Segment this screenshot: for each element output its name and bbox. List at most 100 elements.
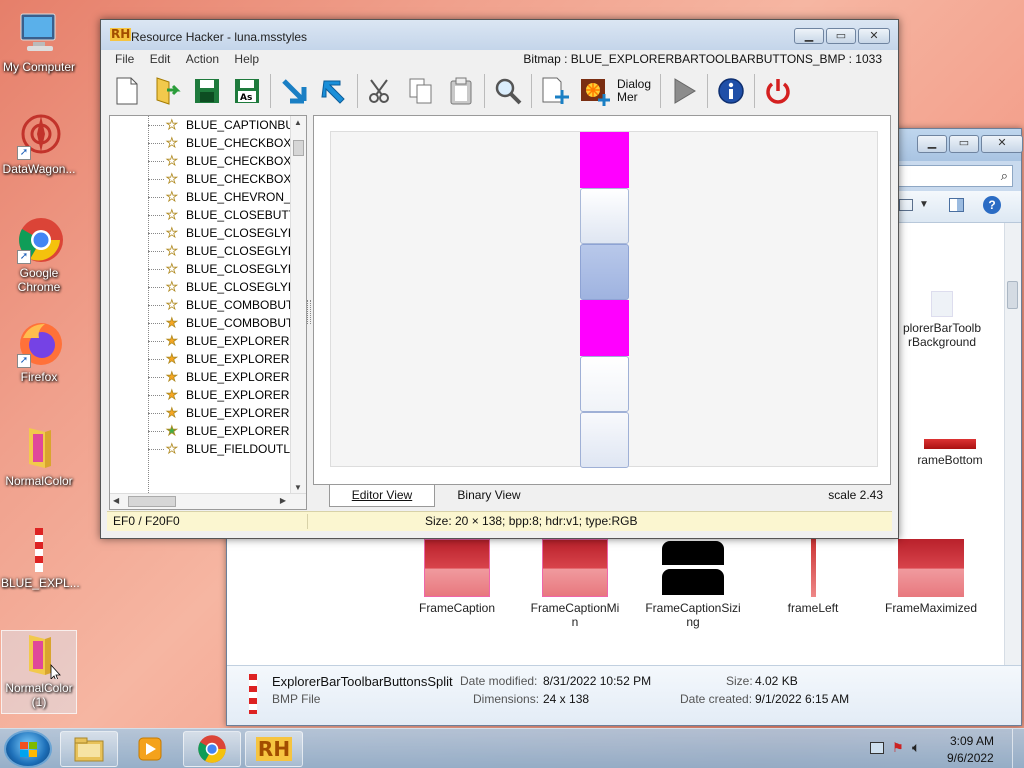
main-toolbar: As Dialog Mer — [107, 68, 892, 114]
tree-item[interactable]: ★ BLUE_CLOSEBUTT — [110, 206, 306, 224]
tree-item[interactable]: ★ BLUE_CLOSEGLYPH — [110, 260, 306, 278]
export-icon[interactable] — [314, 71, 354, 111]
scroll-right-icon[interactable]: ▶ — [280, 496, 286, 505]
taskbar-media-player[interactable] — [121, 731, 179, 767]
show-desktop-button[interactable] — [1012, 729, 1024, 768]
rh-titlebar[interactable]: RH Resource Hacker - luna.msstyles ▁ ▭ ✕ — [101, 20, 898, 50]
tree-item[interactable]: ★ BLUE_FIELDOUTLII — [110, 440, 306, 458]
shortcut-arrow-icon: ➚ — [17, 146, 31, 160]
scroll-up-icon[interactable]: ▲ — [294, 118, 302, 127]
desktop-icon-firefox[interactable]: ➚ Firefox — [1, 320, 77, 384]
menu-action[interactable]: Action — [180, 50, 225, 66]
paste-icon[interactable] — [441, 71, 481, 111]
scrollbar-thumb[interactable] — [293, 140, 304, 156]
add-image-icon[interactable] — [575, 71, 615, 111]
start-button[interactable] — [4, 730, 52, 768]
taskbar-resource-hacker[interactable]: RH — [245, 731, 303, 767]
maximize-button[interactable]: ▭ — [826, 28, 856, 44]
scrollbar-thumb[interactable] — [128, 496, 176, 507]
thumbnail-framemaximized[interactable]: FrameMaximized — [881, 539, 981, 615]
thumbnail-framecaptionsizing[interactable]: FrameCaptionSizi ng — [643, 539, 743, 629]
tree-vertical-scrollbar[interactable]: ▲ ▼ — [290, 116, 306, 494]
thumbnail-frameleft[interactable]: frameLeft — [763, 539, 863, 615]
action-center-icon[interactable]: ⚑ — [892, 740, 904, 756]
menu-help[interactable]: Help — [228, 50, 265, 66]
power-icon[interactable] — [758, 71, 798, 111]
compile-icon[interactable] — [274, 71, 314, 111]
run-icon[interactable] — [664, 71, 704, 111]
thumbnail-explorerbar-background[interactable]: plorerBarToolb rBackground — [887, 291, 997, 349]
view-options-icon[interactable] — [899, 199, 913, 211]
minimize-button[interactable]: ▁ — [794, 28, 824, 44]
tree-item[interactable]: ★ BLUE_CAPTIONBU — [110, 116, 306, 134]
tree-item[interactable]: ★ BLUE_CLOSEGLYPH — [110, 278, 306, 296]
star-icon: ★ — [166, 207, 178, 223]
tree-item[interactable]: ★ BLUE_CLOSEGLYPH — [110, 224, 306, 242]
scrollbar-thumb[interactable] — [1007, 281, 1018, 309]
scroll-down-icon[interactable]: ▼ — [294, 483, 302, 492]
find-icon[interactable] — [488, 71, 528, 111]
desktop-icon-datawagon[interactable]: ➚ DataWagon... — [1, 112, 77, 176]
menu-file[interactable]: File — [109, 50, 140, 66]
tree-item[interactable]: ★ BLUE_CHEVRON_B — [110, 188, 306, 206]
taskbar-explorer[interactable] — [60, 731, 118, 767]
tree-item[interactable]: ★ BLUE_CHECKBOX16 — [110, 152, 306, 170]
info-icon[interactable] — [711, 71, 751, 111]
add-resource-icon[interactable] — [535, 71, 575, 111]
desktop-icon-normalcolor-1[interactable]: NormalColor (1) — [1, 630, 77, 714]
new-file-icon[interactable] — [107, 71, 147, 111]
dialog-merge-button[interactable]: Dialog Mer — [615, 71, 657, 111]
clock-time[interactable]: 3:09 AM — [950, 734, 994, 748]
tree-item[interactable]: ★ BLUE_CLOSEGLYPH — [110, 242, 306, 260]
tree-item[interactable]: ★ BLUE_EXPLORERBA — [110, 368, 306, 386]
tree-item[interactable]: ★ BLUE_EXPLORERBA — [110, 404, 306, 422]
network-icon[interactable] — [870, 742, 884, 754]
desktop-icon-blue-expl[interactable]: BLUE_EXPL... — [1, 526, 80, 590]
close-button[interactable]: ✕ — [981, 135, 1023, 153]
desktop-icon-normalcolor[interactable]: NormalColor — [1, 424, 77, 488]
bitmap-info: Bitmap : BLUE_EXPLORERBARTOOLBARBUTTONS_… — [523, 52, 882, 66]
explorer-vertical-scrollbar[interactable] — [1004, 223, 1021, 665]
thumbnail-framebottom[interactable]: rameBottom — [895, 439, 1005, 467]
thumbnail-framecaption[interactable]: FrameCaption — [407, 539, 507, 615]
clock-date[interactable]: 9/6/2022 — [947, 751, 994, 765]
resource-tree[interactable]: ★ BLUE_CAPTIONBU ★ BLUE_CHECKBOX13 ★ BLUE_CHE… — [109, 115, 307, 510]
desktop-icon-chrome[interactable]: ➚ Google Chrome — [1, 216, 77, 294]
menu-edit[interactable]: Edit — [144, 50, 177, 66]
tree-item[interactable]: ★ BLUE_EXPLORERBA — [110, 332, 306, 350]
preview-pane-icon[interactable] — [949, 198, 964, 212]
save-as-icon[interactable]: As — [227, 71, 267, 111]
tree-horizontal-scrollbar[interactable]: ◀ ▶ — [110, 493, 306, 509]
desktop-icon-my-computer[interactable]: My Computer — [1, 10, 77, 74]
cut-icon[interactable] — [361, 71, 401, 111]
thumbnail-framecaptionmin[interactable]: FrameCaptionMi n — [525, 539, 625, 629]
copy-icon[interactable] — [401, 71, 441, 111]
close-button[interactable]: ✕ — [858, 28, 890, 44]
details-created-label: Date created: — [680, 692, 753, 706]
details-size-label: Size: — [726, 674, 753, 688]
resource-hacker-window[interactable]: RH Resource Hacker - luna.msstyles ▁ ▭ ✕… — [100, 19, 899, 539]
taskbar-chrome[interactable] — [183, 731, 241, 767]
help-icon[interactable]: ? — [983, 196, 1001, 214]
minimize-button[interactable]: ▁ — [917, 135, 947, 153]
pane-splitter[interactable] — [307, 300, 311, 324]
tree-item[interactable]: ★ BLUE_CHECKBOX25 — [110, 170, 306, 188]
tree-item[interactable]: ★ BLUE_COMBOBUTT — [110, 296, 306, 314]
toolbar-separator — [754, 74, 755, 108]
search-input[interactable]: ⌕ — [893, 165, 1013, 187]
tree-item[interactable]: ★ BLUE_COMBOBUTT — [110, 314, 306, 332]
volume-icon[interactable]: 🔈︎ — [912, 739, 920, 756]
media-player-icon — [138, 737, 162, 761]
details-filename: ExplorerBarToolbarButtonsSplit — [272, 674, 453, 689]
chevron-down-icon[interactable]: ▼ — [919, 199, 929, 210]
tree-item[interactable]: ★ BLUE_EXPLORERBA — [110, 386, 306, 404]
tab-binary-view[interactable]: Binary View — [439, 485, 539, 507]
open-file-icon[interactable] — [147, 71, 187, 111]
tree-item[interactable]: ★ BLUE_EXPLORERBA — [110, 422, 306, 440]
save-icon[interactable] — [187, 71, 227, 111]
tree-item[interactable]: ★ BLUE_CHECKBOX13 — [110, 134, 306, 152]
tree-item[interactable]: ★ BLUE_EXPLORERBA — [110, 350, 306, 368]
scroll-left-icon[interactable]: ◀ — [113, 496, 119, 505]
maximize-button[interactable]: ▭ — [949, 135, 979, 153]
tab-editor-view[interactable]: Editor View — [329, 485, 435, 507]
